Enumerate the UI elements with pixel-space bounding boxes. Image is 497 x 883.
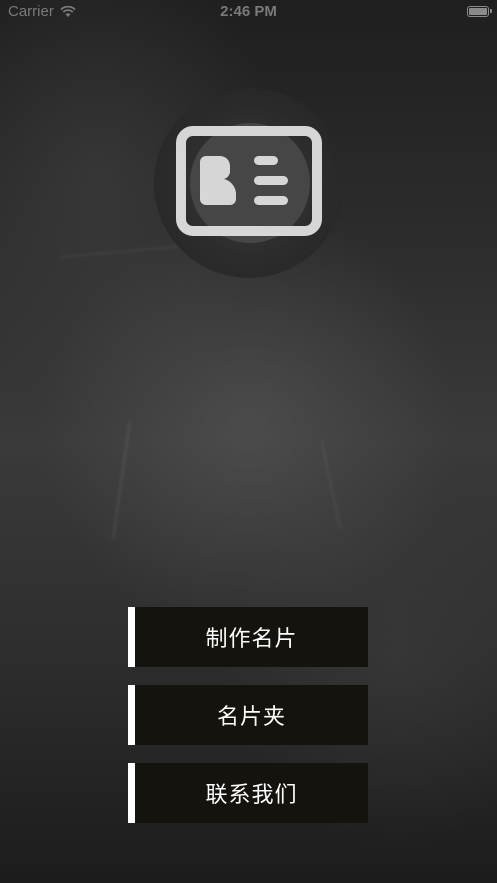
create-card-button[interactable]: 制作名片: [128, 607, 368, 667]
business-card-icon: [176, 126, 322, 236]
chalk-streak: [320, 440, 342, 530]
status-time: 2:46 PM: [220, 3, 277, 20]
app-logo: [154, 88, 344, 278]
card-holder-button[interactable]: 名片夹: [128, 685, 368, 745]
chalk-streak: [111, 420, 132, 540]
contact-us-button[interactable]: 联系我们: [128, 763, 368, 823]
battery-icon: [467, 6, 492, 17]
status-bar: Carrier 2:46 PM: [0, 0, 497, 26]
